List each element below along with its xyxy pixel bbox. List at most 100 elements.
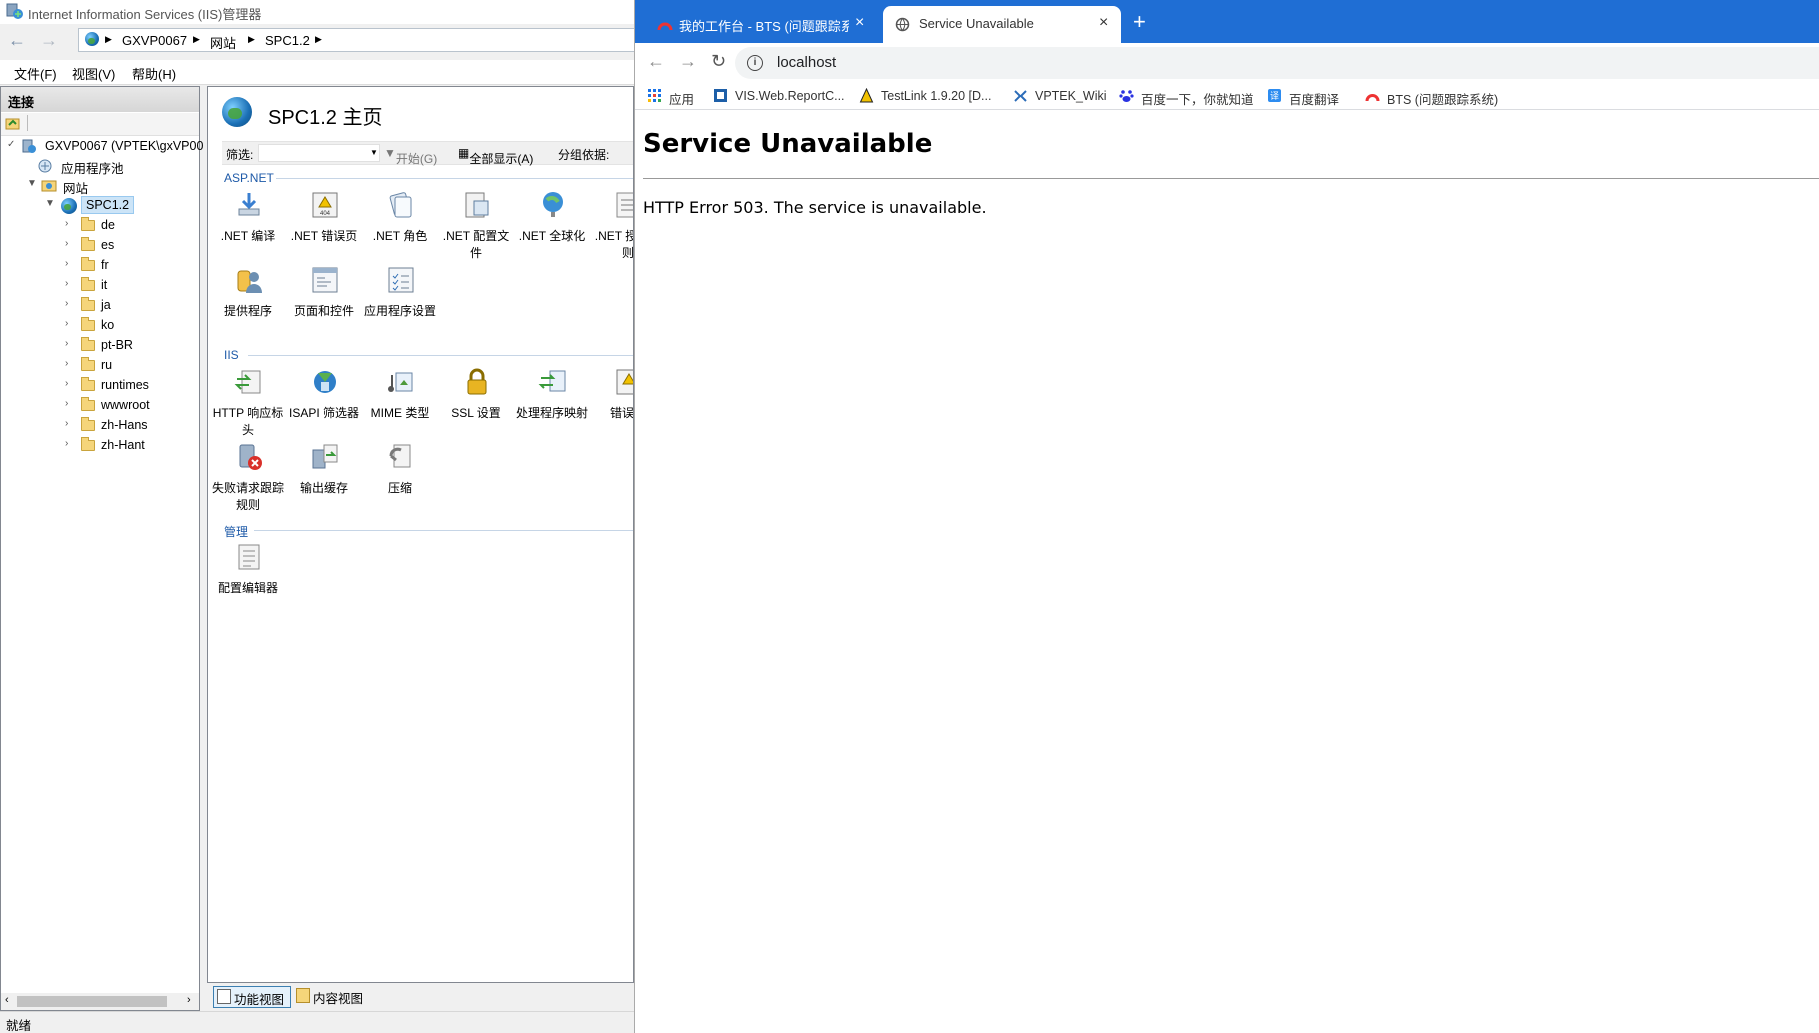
group-by-label: 分组依据:	[558, 148, 610, 162]
iis-window-title: Internet Information Services (IIS)管理器	[28, 7, 262, 22]
new-tab-plus-icon[interactable]: +	[1133, 9, 1146, 35]
menu-view[interactable]: 视图(V)	[72, 64, 115, 83]
feature-net-error-pages[interactable]: 404 .NET 错误页	[286, 190, 362, 260]
server-icon	[22, 139, 36, 153]
feature-ssl-settings[interactable]: SSL 设置	[438, 367, 514, 437]
breadcrumb-server[interactable]: GXVP0067	[122, 33, 187, 48]
tree-label: pt-BR	[101, 338, 133, 352]
feature-http-response-headers[interactable]: HTTP 响应标头	[210, 367, 286, 437]
group-title: IIS	[224, 348, 239, 362]
feature-net-roles[interactable]: .NET 角色	[362, 190, 438, 260]
chevron-down-icon[interactable]: ▼	[27, 178, 37, 189]
chevron-down-icon[interactable]: ✓	[7, 139, 15, 150]
iis-title-bar: Internet Information Services (IIS)管理器	[0, 0, 634, 24]
browser-tab-strip: 我的工作台 - BTS (问题跟踪系统 × Service Unavailabl…	[635, 0, 1819, 43]
omnibox[interactable]: i localhost	[735, 47, 1819, 79]
chevron-down-icon[interactable]: ▼	[45, 198, 55, 209]
feature-config-editor[interactable]: 配置编辑器	[210, 542, 286, 612]
iis-manager-window: Internet Information Services (IIS)管理器 ←…	[0, 0, 634, 1033]
back-arrow-icon[interactable]: ←	[6, 29, 28, 51]
scroll-left-icon[interactable]: ‹	[5, 994, 9, 1006]
feature-error-pages[interactable]: 错误页	[590, 367, 633, 437]
chevron-right-icon[interactable]: ▶	[315, 34, 322, 45]
tree-label: ko	[101, 318, 115, 332]
tab-features-view[interactable]: 功能视图	[213, 986, 291, 1008]
feature-label: 输出缓存	[299, 481, 348, 495]
chevron-right-icon[interactable]: ›	[65, 218, 68, 229]
feature-mime-types[interactable]: MIME 类型	[362, 367, 438, 437]
close-icon[interactable]: ×	[1099, 14, 1108, 32]
roles-icon	[389, 192, 412, 218]
chevron-right-icon[interactable]: ›	[65, 278, 68, 289]
bookmark-label: VPTEK_Wiki	[1035, 89, 1107, 103]
feature-pages-controls[interactable]: 页面和控件	[286, 265, 362, 335]
chevron-right-icon[interactable]: ›	[65, 298, 68, 309]
group-divider	[254, 530, 633, 531]
failed-request-icon	[239, 444, 262, 470]
chevron-right-icon[interactable]: ›	[65, 358, 68, 369]
chevron-down-icon[interactable]: ▼	[370, 148, 378, 157]
chevron-right-icon[interactable]: ›	[65, 258, 68, 269]
bookmark-label: 百度翻译	[1289, 93, 1340, 107]
tree-label: de	[101, 218, 115, 232]
chevron-right-icon[interactable]: ▶	[248, 34, 255, 45]
back-arrow-icon[interactable]: ←	[647, 51, 665, 72]
reload-icon[interactable]: ↻	[711, 51, 726, 72]
connections-title: 连接	[8, 95, 35, 110]
site-globe-icon	[61, 198, 77, 214]
chevron-right-icon[interactable]: ›	[65, 238, 68, 249]
chevron-right-icon[interactable]: ▶	[193, 34, 200, 45]
tab-content-view[interactable]: 内容视图	[293, 986, 373, 1006]
filter-start-button[interactable]: ▼ 开始(G)	[384, 146, 437, 166]
menu-file[interactable]: 文件(F)	[14, 64, 57, 83]
globe-icon	[85, 32, 99, 46]
folder-icon	[81, 317, 95, 331]
close-icon[interactable]: ×	[855, 14, 864, 32]
forward-arrow-icon[interactable]: →	[679, 51, 697, 72]
browser-tab-service-unavailable[interactable]: Service Unavailable ×	[883, 6, 1121, 43]
filter-input[interactable]	[258, 144, 380, 162]
feature-isapi-filters[interactable]: ISAPI 筛选器	[286, 367, 362, 437]
profile-icon	[465, 192, 489, 218]
connections-horizontal-scrollbar[interactable]: ‹ ›	[1, 993, 199, 1010]
scrollbar-thumb[interactable]	[17, 996, 167, 1007]
show-all-button[interactable]: ▦ 全部显示(A)	[458, 146, 533, 166]
chevron-right-icon[interactable]: ›	[65, 438, 68, 449]
breadcrumb-site[interactable]: SPC1.2	[265, 33, 310, 48]
feature-label: HTTP 响应标头	[212, 406, 284, 437]
chevron-right-icon[interactable]: ›	[65, 318, 68, 329]
feature-label: 配置编辑器	[217, 581, 278, 595]
feature-output-caching[interactable]: 输出缓存	[286, 442, 362, 512]
error-message: HTTP Error 503. The service is unavailab…	[643, 198, 987, 217]
feature-compression[interactable]: 压缩	[362, 442, 438, 512]
filter-label: 筛选:	[226, 148, 254, 162]
feature-failed-request-tracing[interactable]: 失败请求跟踪规则	[210, 442, 286, 512]
chevron-right-icon[interactable]: ›	[65, 398, 68, 409]
chevron-right-icon[interactable]: ›	[65, 378, 68, 389]
feature-providers[interactable]: 提供程序	[210, 265, 286, 335]
feature-handler-mappings[interactable]: 处理程序映射	[514, 367, 590, 437]
feature-net-compilation[interactable]: .NET 编译	[210, 190, 286, 260]
browser-tab-bts[interactable]: 我的工作台 - BTS (问题跟踪系统 ×	[641, 6, 877, 43]
connect-icon[interactable]	[5, 116, 21, 131]
forward-arrow-icon[interactable]: →	[38, 29, 60, 51]
chevron-right-icon[interactable]: ›	[65, 418, 68, 429]
chevron-right-icon[interactable]: ›	[65, 338, 68, 349]
menu-help[interactable]: 帮助(H)	[132, 64, 176, 83]
tree-label: SPC1.2	[81, 196, 135, 214]
feature-net-profile[interactable]: .NET 配置文件	[438, 190, 514, 260]
tree-label: zh-Hans	[101, 418, 148, 432]
heading-divider	[643, 178, 1819, 179]
feature-app-settings[interactable]: 应用程序设置	[362, 265, 438, 335]
omnibox-url[interactable]: localhost	[777, 54, 836, 71]
scroll-right-icon[interactable]: ›	[187, 994, 191, 1006]
breadcrumb-sites[interactable]: 网站	[210, 33, 236, 52]
page-heading: Service Unavailable	[643, 129, 933, 159]
feature-net-authorization[interactable]: .NET 授权规则	[590, 190, 633, 260]
iis-breadcrumb[interactable]: ▶ GXVP0067 ▶ 网站 ▶ SPC1.2 ▶	[78, 28, 634, 52]
chevron-right-icon[interactable]: ▶	[105, 34, 112, 45]
tab-label: 内容视图	[313, 992, 364, 1006]
feature-net-globalization[interactable]: .NET 全球化	[514, 190, 590, 260]
info-icon[interactable]: i	[747, 55, 763, 71]
folder-icon	[81, 377, 95, 391]
